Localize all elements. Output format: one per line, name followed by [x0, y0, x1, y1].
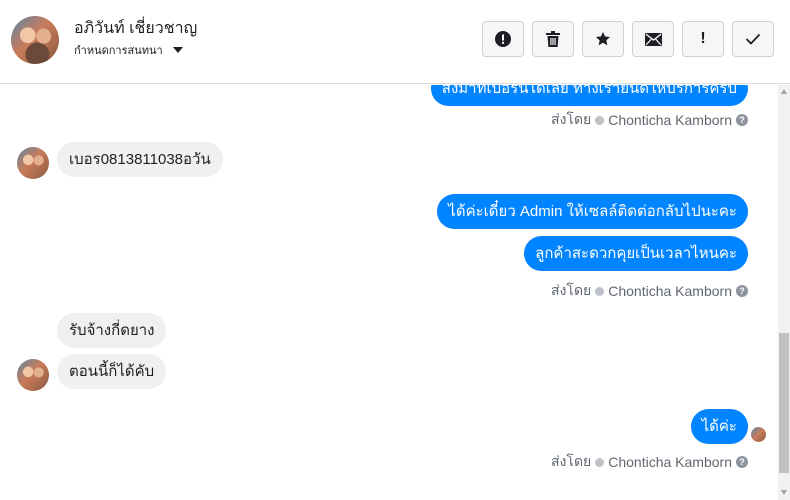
message-thread[interactable]: ส่งมาที่เบอร์นี้ได้เลย ทางเรายินดีให้บริ… — [0, 85, 778, 500]
delete-button[interactable] — [532, 21, 574, 57]
mark-done-button[interactable] — [732, 21, 774, 57]
envelope-icon — [644, 32, 662, 46]
incoming-message[interactable]: รับจ้างกี่ดยาง — [57, 313, 167, 348]
exclamation-icon: ! — [700, 30, 706, 47]
sent-by-name[interactable]: Chonticha Kamborn — [608, 454, 732, 470]
conversation-header: อภิวันท์ เชี่ยวชาญ กำหนดการสนทนา ! — [0, 0, 790, 84]
alert-circle-icon — [495, 31, 511, 47]
scroll-up-arrow-icon[interactable] — [781, 89, 787, 94]
conversation-settings-label: กำหนดการสนทนา — [74, 45, 163, 57]
mark-unread-button[interactable] — [632, 21, 674, 57]
contact-avatar-small[interactable] — [17, 359, 49, 391]
conversation-settings-dropdown[interactable]: กำหนดการสนทนา — [74, 41, 183, 59]
trash-icon — [546, 31, 560, 47]
caret-down-icon — [172, 47, 183, 53]
sent-by-line: ส่งโดย Chonticha Kamborn ? — [551, 451, 748, 473]
scrollbar-thumb[interactable] — [779, 333, 789, 473]
contact-avatar[interactable] — [11, 16, 59, 64]
seen-avatar — [751, 427, 766, 442]
sent-by-line: ส่งโดย Chonticha Kamborn ? — [551, 280, 748, 302]
contact-name[interactable]: อภิวันท์ เชี่ยวชาญ — [74, 16, 197, 41]
incoming-message[interactable]: ตอนนี้ก็ได้คับ — [57, 354, 167, 389]
conversation-actions: ! — [482, 21, 774, 57]
sent-by-label: ส่งโดย — [551, 282, 592, 298]
check-icon — [745, 33, 761, 45]
incoming-message[interactable]: เบอร0813811038อวัน — [57, 142, 223, 177]
outgoing-message[interactable]: ส่งมาที่เบอร์นี้ได้เลย ทางเรายินดีให้บริ… — [430, 85, 748, 106]
sent-by-name[interactable]: Chonticha Kamborn — [608, 112, 732, 128]
contact-avatar-small[interactable] — [17, 147, 49, 179]
help-icon[interactable]: ? — [736, 114, 748, 126]
sent-by-line: ส่งโดย Chonticha Kamborn ? — [551, 109, 748, 131]
page-badge-icon — [595, 457, 605, 467]
outgoing-message[interactable]: ได้ค่ะเดี๋ยว Admin ให้เซลล์ติดต่อกลับไปน… — [437, 194, 748, 229]
outgoing-message[interactable]: ได้ค่ะ — [690, 409, 748, 444]
important-button[interactable]: ! — [682, 21, 724, 57]
scroll-down-arrow-icon[interactable] — [781, 490, 787, 495]
sent-by-label: ส่งโดย — [551, 111, 592, 127]
page-badge-icon — [595, 286, 605, 296]
sent-by-name[interactable]: Chonticha Kamborn — [608, 283, 732, 299]
star-button[interactable] — [582, 21, 624, 57]
help-icon[interactable]: ? — [736, 285, 748, 297]
help-icon[interactable]: ? — [736, 456, 748, 468]
sent-by-label: ส่งโดย — [551, 453, 592, 469]
page-badge-icon — [595, 115, 605, 125]
report-spam-button[interactable] — [482, 21, 524, 57]
outgoing-message[interactable]: ลูกค้าสะดวกคุยเป็นเวลาไหนคะ — [524, 236, 748, 271]
star-icon — [596, 32, 610, 46]
